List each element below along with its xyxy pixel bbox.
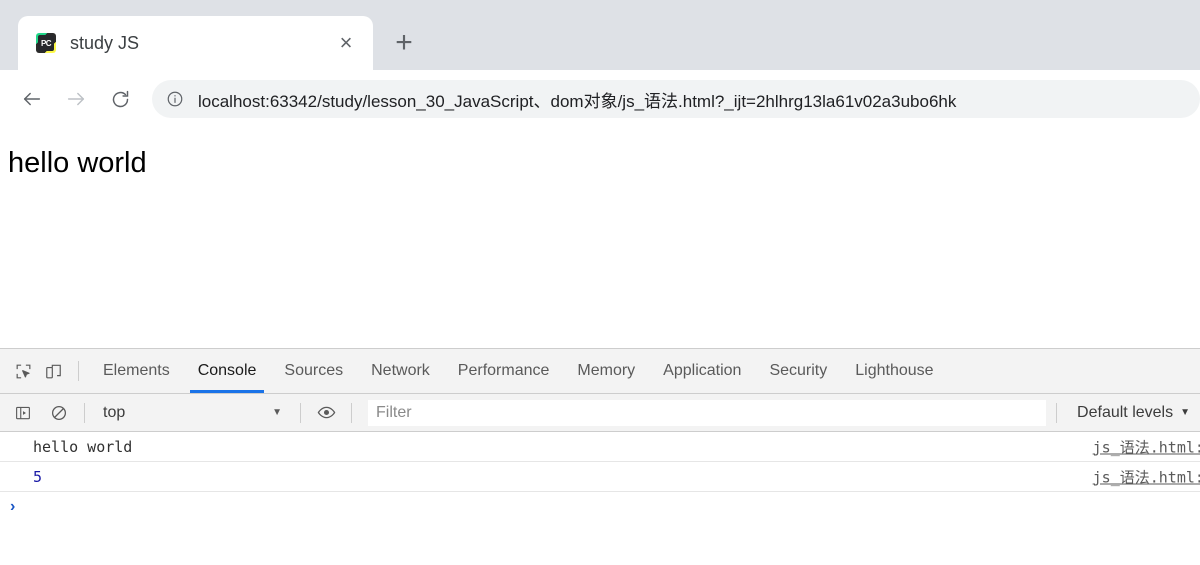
execution-context-select[interactable]: top ▼ bbox=[95, 400, 290, 426]
browser-toolbar: localhost:63342/study/lesson_30_JavaScri… bbox=[0, 70, 1200, 128]
devtools-tab-bar: Elements Console Sources Network Perform… bbox=[0, 349, 1200, 394]
tab-memory[interactable]: Memory bbox=[563, 349, 649, 393]
inspect-element-icon[interactable] bbox=[8, 357, 38, 385]
forward-icon[interactable] bbox=[58, 81, 94, 117]
live-expression-icon[interactable] bbox=[311, 399, 341, 427]
tab-lighthouse[interactable]: Lighthouse bbox=[841, 349, 947, 393]
console-message-text: hello world bbox=[33, 437, 133, 456]
info-circle-icon[interactable] bbox=[166, 90, 186, 108]
reload-icon[interactable] bbox=[102, 81, 138, 117]
chevron-down-icon-2: ▼ bbox=[1180, 407, 1190, 418]
tab-title: study JS bbox=[70, 32, 140, 53]
url-text: localhost:63342/study/lesson_30_JavaScri… bbox=[198, 91, 957, 111]
tab-sources[interactable]: Sources bbox=[270, 349, 357, 393]
back-icon[interactable] bbox=[14, 81, 50, 117]
device-toolbar-icon[interactable] bbox=[38, 357, 68, 385]
close-icon[interactable]: × bbox=[333, 30, 359, 56]
chevron-down-icon: ▼ bbox=[272, 407, 282, 418]
console-prompt-input[interactable] bbox=[15, 497, 1200, 517]
new-tab-button[interactable]: + bbox=[387, 26, 421, 60]
pycharm-icon: PC bbox=[36, 33, 56, 53]
console-message-row[interactable]: 5 js_语法.html:11 bbox=[0, 462, 1200, 492]
console-message-row[interactable]: hello world js_语法.html:10 bbox=[0, 432, 1200, 462]
console-prompt-row[interactable]: › bbox=[0, 492, 1200, 522]
browser-tab[interactable]: PC study JS × bbox=[18, 16, 373, 70]
filter-input[interactable] bbox=[368, 399, 1047, 426]
toolbar-divider-4 bbox=[351, 402, 352, 423]
toolbar-divider-2 bbox=[84, 402, 85, 423]
favicon-label: PC bbox=[40, 38, 52, 48]
tab-elements[interactable]: Elements bbox=[89, 349, 184, 393]
toolbar-divider-5 bbox=[1056, 402, 1058, 423]
console-toolbar: top ▼ Default levels ▼ bbox=[0, 394, 1200, 432]
log-levels-select[interactable]: Default levels ▼ bbox=[1067, 400, 1200, 426]
tab-security[interactable]: Security bbox=[755, 349, 841, 393]
page-heading: hello world bbox=[8, 147, 147, 179]
tab-network[interactable]: Network bbox=[357, 349, 444, 393]
toolbar-divider-3 bbox=[300, 402, 301, 423]
page-viewport: hello world bbox=[0, 128, 1200, 348]
console-source-link[interactable]: js_语法.html:10 bbox=[1093, 436, 1200, 457]
console-message-text: 5 bbox=[33, 467, 43, 486]
tab-strip: PC study JS × + bbox=[0, 0, 1200, 70]
toolbar-divider bbox=[78, 361, 79, 381]
log-levels-label: Default levels bbox=[1077, 403, 1174, 421]
tab-console[interactable]: Console bbox=[184, 349, 271, 393]
execution-context-value: top bbox=[103, 403, 126, 421]
devtools-panel: Elements Console Sources Network Perform… bbox=[0, 348, 1200, 565]
console-source-link[interactable]: js_语法.html:11 bbox=[1093, 466, 1200, 487]
browser-window: PC study JS × + localhost:63342/study/le… bbox=[0, 0, 1200, 565]
console-sidebar-icon[interactable] bbox=[8, 399, 38, 427]
clear-console-icon[interactable] bbox=[44, 399, 74, 427]
address-bar[interactable]: localhost:63342/study/lesson_30_JavaScri… bbox=[152, 80, 1200, 118]
tab-performance[interactable]: Performance bbox=[444, 349, 564, 393]
console-output[interactable]: hello world js_语法.html:10 5 js_语法.html:1… bbox=[0, 432, 1200, 565]
tab-application[interactable]: Application bbox=[649, 349, 755, 393]
